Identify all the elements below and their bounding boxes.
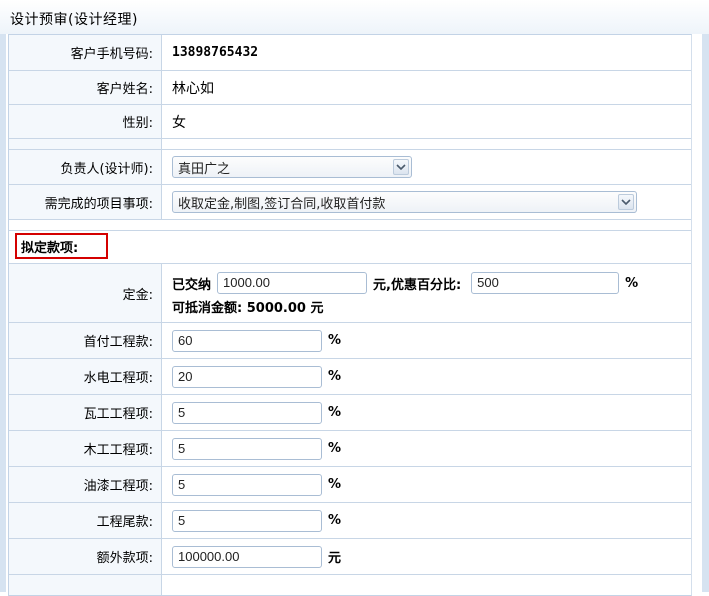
designer-row: 负责人(设计师): 真田广之: [9, 150, 691, 185]
item-unit: %: [328, 405, 342, 420]
item-row: 首付工程款: 60 %: [9, 323, 691, 359]
item-row: 木工工程项: 5 %: [9, 431, 691, 467]
name-label: 客户姓名:: [96, 82, 153, 97]
item-input[interactable]: 100000.00: [172, 545, 322, 568]
phone-value: 13898765432: [172, 45, 259, 60]
discount-label: 元,优惠百分比:: [373, 277, 462, 293]
discount-input[interactable]: 500: [471, 272, 620, 294]
item-row: 水电工程项: 20 %: [9, 359, 691, 395]
item-input[interactable]: 5: [172, 401, 322, 424]
section-title: 拟定款项:: [15, 233, 108, 259]
item-input[interactable]: 5: [172, 509, 322, 532]
name-row: 客户姓名: 林心如: [9, 71, 691, 105]
offset-amount: 可抵消金额: 5000.00 元: [172, 301, 324, 316]
tasks-label: 需完成的项目事项:: [44, 196, 153, 212]
gender-label: 性别:: [122, 116, 153, 131]
item-unit: %: [328, 333, 342, 348]
item-label: 瓦工工程项:: [83, 407, 153, 422]
item-row: 瓦工工程项: 5 %: [9, 395, 691, 431]
page-title: 设计预审(设计经理): [10, 12, 138, 28]
item-input[interactable]: 5: [172, 437, 322, 460]
page-header: 设计预审(设计经理): [0, 0, 709, 34]
chevron-down-icon: [393, 159, 409, 175]
percent-unit: %: [625, 275, 639, 291]
item-label: 油漆工程项:: [83, 479, 153, 494]
designer-label: 负责人(设计师):: [60, 161, 153, 177]
item-label: 木工工程项:: [83, 443, 153, 458]
tasks-row: 需完成的项目事项: 收取定金,制图,签订合同,收取首付款: [9, 185, 691, 220]
deposit-row: 定金: 已交纳 1000.00 元,优惠百分比: 500 % 可抵消金额: 50…: [9, 264, 691, 323]
phone-row: 客户手机号码: 13898765432: [9, 35, 691, 71]
deposit-paid-input[interactable]: 1000.00: [217, 272, 368, 294]
deposit-paid-label: 已交纳: [172, 277, 212, 293]
gender-row: 性别: 女: [9, 105, 691, 139]
item-unit: %: [328, 477, 342, 492]
item-label: 水电工程项:: [83, 371, 153, 386]
spacer-row: [9, 575, 691, 595]
spacer-row: [9, 220, 691, 231]
tasks-select[interactable]: 收取定金,制图,签订合同,收取首付款: [172, 191, 637, 213]
item-unit: 元: [328, 551, 342, 566]
gender-value: 女: [172, 114, 186, 131]
item-input[interactable]: 5: [172, 473, 322, 496]
item-label: 额外款项:: [96, 551, 153, 566]
item-row: 额外款项: 100000.00 元: [9, 539, 691, 575]
spacer-row: [9, 139, 691, 150]
left-border: [0, 34, 6, 592]
review-form: 客户手机号码: 13898765432 客户姓名: 林心如 性别: 女 负责人(…: [8, 34, 692, 596]
item-unit: %: [328, 513, 342, 528]
item-row: 工程尾款: 5 %: [9, 503, 691, 539]
item-row: 油漆工程项: 5 %: [9, 467, 691, 503]
item-input[interactable]: 60: [172, 329, 322, 352]
phone-label: 客户手机号码:: [70, 47, 153, 62]
deposit-label: 定金:: [122, 287, 153, 303]
item-label: 工程尾款:: [96, 515, 153, 530]
item-unit: %: [328, 441, 342, 456]
item-label: 首付工程款:: [83, 335, 153, 350]
right-border: [702, 34, 709, 592]
name-value: 林心如: [172, 80, 214, 97]
chevron-down-icon: [618, 194, 634, 210]
designer-selected: 真田广之: [178, 161, 231, 177]
section-row: 拟定款项:: [9, 231, 691, 264]
item-input[interactable]: 20: [172, 365, 322, 388]
designer-select[interactable]: 真田广之: [172, 156, 412, 178]
item-unit: %: [328, 369, 342, 384]
tasks-selected: 收取定金,制图,签订合同,收取首付款: [178, 196, 386, 212]
